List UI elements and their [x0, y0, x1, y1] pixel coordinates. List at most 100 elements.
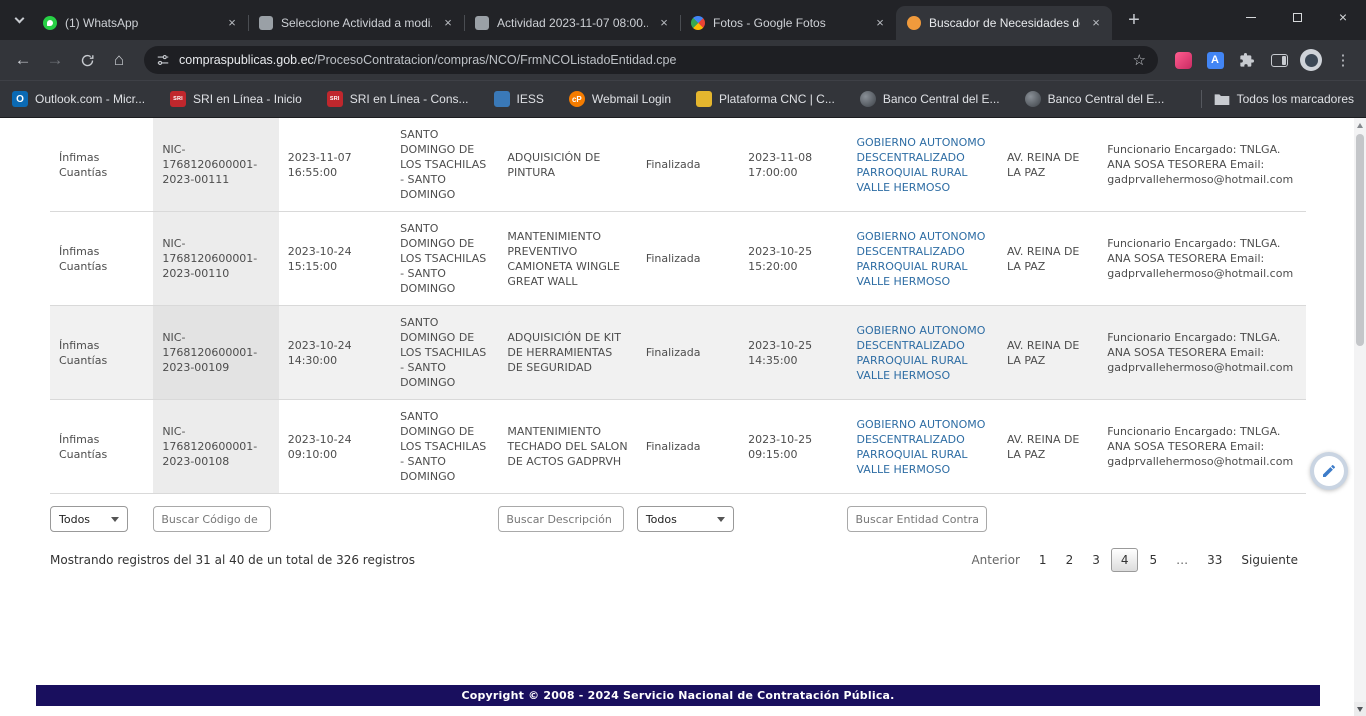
cell-fecha2: 2023-10-25 09:15:00: [739, 400, 847, 494]
pagination-page-1[interactable]: 1: [1031, 548, 1055, 572]
type-filter-select[interactable]: Todos: [50, 506, 128, 532]
cpanel-icon: cP: [569, 91, 585, 107]
maximize-button[interactable]: [1274, 0, 1320, 34]
floating-assistant-widget[interactable]: [1310, 452, 1348, 490]
minimize-button[interactable]: [1228, 0, 1274, 34]
translate-button[interactable]: A: [1200, 45, 1230, 75]
entity-link[interactable]: GOBIERNO AUTONOMO DESCENTRALIZADO PARROQ…: [856, 324, 985, 382]
profile-button[interactable]: [1296, 45, 1326, 75]
forward-button[interactable]: →: [40, 45, 70, 75]
entity-filter-input[interactable]: [847, 506, 987, 532]
bookmark-item[interactable]: SRI SRI en Línea - Inicio: [170, 91, 302, 107]
sri-icon: SRI: [327, 91, 343, 107]
pagination-next[interactable]: Siguiente: [1233, 548, 1306, 572]
cell-ubic: SANTO DOMINGO DE LOS TSACHILAS - SANTO D…: [391, 118, 498, 212]
extension-icon: [1175, 52, 1192, 69]
reload-icon: [80, 53, 95, 68]
scrollbar-thumb[interactable]: [1356, 134, 1364, 346]
cell-codigo: NIC-1768120600001-2023-00109: [153, 306, 278, 400]
browser-tabs: (1) WhatsApp×Seleccione Actividad a modi…: [32, 0, 1112, 40]
scrollbar-up-button[interactable]: [1354, 118, 1366, 132]
scrollbar[interactable]: [1354, 118, 1366, 716]
cell-tipo: Ínfimas Cuantías: [50, 400, 153, 494]
cell-tipo: Ínfimas Cuantías: [50, 212, 153, 306]
entity-link[interactable]: GOBIERNO AUTONOMO DESCENTRALIZADO PARROQ…: [856, 136, 985, 194]
pagination-page-2[interactable]: 2: [1058, 548, 1082, 572]
tab-close-button[interactable]: ×: [224, 15, 240, 31]
scrollbar-down-button[interactable]: [1354, 702, 1366, 716]
browser-tab[interactable]: Seleccione Actividad a modi... ×: [248, 6, 464, 40]
pagination-page-3[interactable]: 3: [1084, 548, 1108, 572]
chevron-down-icon: [717, 517, 725, 522]
cell-ent: GOBIERNO AUTONOMO DESCENTRALIZADO PARROQ…: [847, 212, 997, 306]
bookmarks-bar: OOutlook.com - Micr...SRISRI en Línea - …: [0, 80, 1366, 118]
new-tab-button[interactable]: +: [1120, 6, 1148, 34]
browser-menu-button[interactable]: ⋮: [1328, 45, 1358, 75]
extension-button-pink[interactable]: [1168, 45, 1198, 75]
status-filter-select[interactable]: Todos: [637, 506, 734, 532]
cell-tipo: Ínfimas Cuantías: [50, 306, 153, 400]
bookmarks-separator: [1201, 90, 1202, 108]
pagination-previous[interactable]: Anterior: [963, 548, 1027, 572]
browser-tab[interactable]: Fotos - Google Fotos ×: [680, 6, 896, 40]
triangle-down-icon: [1357, 707, 1363, 712]
all-bookmarks-button[interactable]: Todos los marcadores: [1214, 92, 1354, 106]
tab-close-button[interactable]: ×: [872, 15, 888, 31]
bookmark-label: SRI en Línea - Inicio: [193, 92, 302, 106]
code-filter-input[interactable]: [153, 506, 271, 532]
reload-button[interactable]: [72, 45, 102, 75]
bookmark-star-icon[interactable]: ☆: [1133, 51, 1146, 69]
pagination-page-33[interactable]: 33: [1199, 548, 1230, 572]
cell-fecha1: 2023-10-24 09:10:00: [279, 400, 391, 494]
tab-search-button[interactable]: [6, 6, 32, 34]
cell-cont: Funcionario Encargado: TNLGA. ANA SOSA T…: [1098, 400, 1306, 494]
triangle-up-icon: [1357, 123, 1363, 128]
bookmark-item[interactable]: OOutlook.com - Micr...: [12, 91, 145, 107]
minimize-icon: [1246, 17, 1256, 18]
home-button[interactable]: ⌂: [104, 45, 134, 75]
bookmark-item[interactable]: cP Webmail Login: [569, 91, 671, 107]
chevron-down-icon: [14, 13, 24, 23]
outlook-icon: O: [12, 91, 28, 107]
bookmark-item[interactable]: Plataforma CNC | C...: [696, 91, 835, 107]
pagination-page-4[interactable]: 4: [1111, 548, 1139, 572]
doc-favicon: [259, 16, 273, 30]
cell-dir: AV. REINA DE LA PAZ: [998, 400, 1098, 494]
tab-close-button[interactable]: ×: [656, 15, 672, 31]
bookmark-item[interactable]: IESS: [494, 91, 544, 107]
cell-ubic: SANTO DOMINGO DE LOS TSACHILAS - SANTO D…: [391, 400, 498, 494]
side-panel-button[interactable]: [1264, 45, 1294, 75]
pagination-page-5[interactable]: 5: [1141, 548, 1165, 572]
tab-close-button[interactable]: ×: [440, 15, 456, 31]
cell-fecha1: 2023-11-07 16:55:00: [279, 118, 391, 212]
browser-toolbar: ← → ⌂ compraspublicas.gob.ec/ProcesoCont…: [0, 40, 1366, 80]
entity-link[interactable]: GOBIERNO AUTONOMO DESCENTRALIZADO PARROQ…: [856, 230, 985, 288]
bookmark-item[interactable]: Banco Central del E...: [1025, 91, 1165, 107]
table-row: Ínfimas CuantíasNIC-1768120600001-2023-0…: [50, 212, 1306, 306]
browser-tab[interactable]: Buscador de Necesidades de...×: [896, 6, 1112, 40]
iess-icon: [494, 91, 510, 107]
browser-tab[interactable]: Actividad 2023-11-07 08:00...×: [464, 6, 680, 40]
bookmark-label: IESS: [517, 92, 544, 106]
entity-link[interactable]: GOBIERNO AUTONOMO DESCENTRALIZADO PARROQ…: [856, 418, 985, 476]
tab-close-button[interactable]: ×: [1088, 15, 1104, 31]
cell-dir: AV. REINA DE LA PAZ: [998, 118, 1098, 212]
cell-estado: Finalizada: [637, 212, 739, 306]
url-domain: compraspublicas.gob.ec: [179, 53, 314, 67]
table-meta-row: Mostrando registros del 31 al 40 de un t…: [50, 548, 1306, 572]
description-filter-input[interactable]: [498, 506, 624, 532]
bookmark-item[interactable]: SRISRI en Línea - Cons...: [327, 91, 469, 107]
browser-tab[interactable]: (1) WhatsApp×: [32, 6, 248, 40]
whatsapp-favicon: [43, 16, 57, 30]
cell-desc: MANTENIMIENTO TECHADO DEL SALON DE ACTOS…: [498, 400, 636, 494]
address-bar[interactable]: compraspublicas.gob.ec/ProcesoContrataci…: [144, 46, 1158, 74]
sri-icon: SRI: [170, 91, 186, 107]
tab-title: Fotos - Google Fotos: [713, 16, 864, 30]
bookmark-item[interactable]: Banco Central del E...: [860, 91, 1000, 107]
cell-ubic: SANTO DOMINGO DE LOS TSACHILAS - SANTO D…: [391, 306, 498, 400]
tab-title: Seleccione Actividad a modi...: [281, 16, 432, 30]
bookmark-label: Webmail Login: [592, 92, 671, 106]
back-button[interactable]: ←: [8, 45, 38, 75]
extensions-button[interactable]: [1232, 45, 1262, 75]
close-window-button[interactable]: ×: [1320, 0, 1366, 34]
